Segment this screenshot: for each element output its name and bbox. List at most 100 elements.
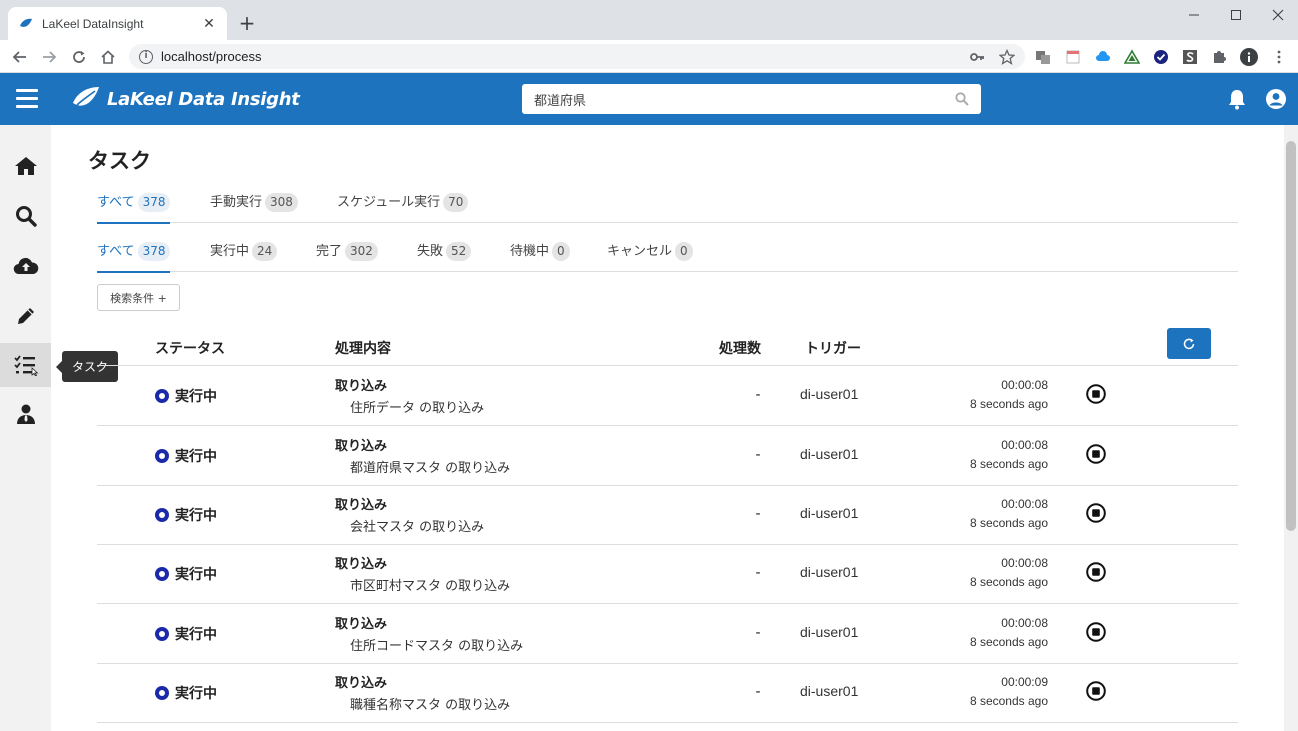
count-badge: 308: [265, 193, 298, 212]
extension-calendar-icon[interactable]: [1064, 48, 1082, 66]
extension-check-icon[interactable]: [1152, 48, 1170, 66]
tab-manual[interactable]: 手動実行 308: [210, 193, 298, 223]
trigger-user: di-user01: [800, 683, 859, 699]
home-icon: [14, 157, 37, 175]
key-icon[interactable]: [968, 48, 986, 66]
stop-icon[interactable]: [1085, 680, 1107, 702]
count-badge: 70: [443, 193, 469, 212]
sidebar-item-admin[interactable]: [0, 392, 51, 436]
minimize-icon[interactable]: [1172, 0, 1216, 30]
site-info-icon[interactable]: i: [139, 49, 153, 64]
tab-status-failed[interactable]: 失敗 52: [417, 242, 472, 272]
search-input[interactable]: [534, 91, 955, 107]
process-count: -: [755, 387, 761, 403]
close-tab-icon[interactable]: ✕: [201, 16, 217, 32]
sidebar-item-tasks[interactable]: [0, 343, 51, 387]
bookmark-star-icon[interactable]: [998, 48, 1016, 66]
extension-cloud-icon[interactable]: [1094, 48, 1112, 66]
address-bar[interactable]: i localhost/process: [129, 44, 1025, 69]
running-status-icon: [155, 686, 169, 700]
trigger-user: di-user01: [800, 505, 859, 521]
trigger-user: di-user01: [800, 564, 859, 580]
extension-triangle-icon[interactable]: [1123, 48, 1141, 66]
table-row[interactable]: 実行中 取り込み 都道府県マスタ の取り込み - di-user01 00:00…: [97, 426, 1238, 486]
status-cell: 実行中: [155, 386, 217, 406]
browser-tabstrip: LaKeel DataInsight ✕ +: [0, 0, 1298, 40]
page-scrollbar[interactable]: [1284, 125, 1298, 731]
app-logo-text: LaKeel Data Insight: [107, 88, 300, 110]
refresh-button[interactable]: [1167, 328, 1211, 359]
tab-status-cancelled[interactable]: キャンセル 0: [607, 242, 693, 272]
url-text: localhost/process: [161, 49, 262, 64]
browser-menu-icon[interactable]: [1270, 48, 1288, 66]
app-logo[interactable]: LaKeel Data Insight: [71, 85, 300, 113]
notification-bell-icon[interactable]: [1226, 88, 1248, 110]
process-description: 職種名称マスタ の取り込み: [350, 698, 511, 713]
browser-tab[interactable]: LaKeel DataInsight ✕: [8, 7, 227, 40]
cloud-upload-icon: [13, 257, 38, 275]
relative-time: 8 seconds ago: [969, 516, 1048, 530]
search-conditions-button[interactable]: 検索条件 +: [97, 284, 180, 311]
app-header: LaKeel Data Insight: [0, 73, 1298, 125]
tab-status-completed[interactable]: 完了 302: [316, 242, 378, 272]
sidebar-item-edit[interactable]: [0, 294, 51, 338]
tab-status-all[interactable]: すべて 378: [97, 242, 171, 273]
count-badge: 52: [446, 242, 472, 261]
extension-translate-icon[interactable]: [1034, 48, 1052, 66]
tab-status-waiting[interactable]: 待機中 0: [510, 242, 570, 272]
table-row[interactable]: 実行中 取り込み 会社マスタ の取り込み - di-user01 00:00:0…: [97, 485, 1238, 545]
running-status-icon: [155, 508, 169, 522]
lakeel-logo-icon: [73, 87, 99, 106]
relative-time: 8 seconds ago: [969, 457, 1048, 471]
maximize-icon[interactable]: [1214, 0, 1258, 30]
column-header-content: 処理内容: [335, 341, 391, 357]
extensions-puzzle-icon[interactable]: [1210, 48, 1228, 66]
relative-time: 8 seconds ago: [969, 694, 1048, 708]
reload-icon[interactable]: [68, 46, 90, 68]
tab-status-running[interactable]: 実行中 24: [210, 242, 278, 272]
menu-icon[interactable]: [16, 89, 38, 109]
stop-icon[interactable]: [1085, 502, 1107, 524]
browser-tab-title: LaKeel DataInsight: [42, 16, 144, 31]
status-cell: 実行中: [155, 446, 217, 466]
user-account-icon[interactable]: [1265, 88, 1287, 110]
scrollbar-thumb[interactable]: [1286, 141, 1296, 531]
stop-icon[interactable]: [1085, 621, 1107, 643]
running-status-icon: [155, 449, 169, 463]
process-count: -: [755, 447, 761, 463]
table-row[interactable]: 実行中 取り込み 職種名称マスタ の取り込み - di-user01 00:00…: [97, 663, 1238, 723]
elapsed-time: 00:00:09: [1001, 675, 1048, 689]
count-badge: 378: [137, 242, 171, 261]
task-list-icon: [13, 355, 39, 376]
table-row[interactable]: 実行中 取り込み 市区町村マスタ の取り込み - di-user01 00:00…: [97, 544, 1238, 604]
column-header-count: 処理数: [719, 341, 761, 357]
sidebar-item-home[interactable]: [0, 144, 51, 188]
global-search[interactable]: [522, 84, 981, 114]
stop-icon[interactable]: [1085, 561, 1107, 583]
back-icon[interactable]: [9, 46, 31, 68]
status-cell: 実行中: [155, 564, 217, 584]
process-type: 取り込み: [335, 379, 388, 394]
extension-s-icon[interactable]: [1181, 48, 1199, 66]
count-badge: 302: [345, 242, 378, 261]
tab-scheduled[interactable]: スケジュール実行 70: [337, 193, 469, 223]
stop-icon[interactable]: [1085, 383, 1107, 405]
profile-avatar-icon[interactable]: [1240, 48, 1258, 66]
sidebar-item-search[interactable]: [0, 194, 51, 238]
new-tab-button[interactable]: +: [236, 12, 258, 34]
sidebar: [0, 125, 51, 731]
close-window-icon[interactable]: [1256, 0, 1298, 30]
elapsed-time: 00:00:08: [1001, 438, 1048, 452]
table-row[interactable]: 実行中 取り込み 住所コードマスタ の取り込み - di-user01 00:0…: [97, 604, 1238, 664]
forward-icon[interactable]: [38, 46, 60, 68]
process-type: 取り込み: [335, 676, 388, 691]
search-icon[interactable]: [955, 92, 969, 106]
status-cell: 実行中: [155, 624, 217, 644]
home-browser-icon[interactable]: [97, 46, 119, 68]
tab-all-types[interactable]: すべて 378: [97, 193, 171, 224]
sidebar-item-upload[interactable]: [0, 244, 51, 288]
stop-icon[interactable]: [1085, 443, 1107, 465]
elapsed-time: 00:00:08: [1001, 556, 1048, 570]
process-type: 取り込み: [335, 557, 388, 572]
table-row[interactable]: 実行中 取り込み 住所データ の取り込み - di-user01 00:00:0…: [97, 366, 1238, 426]
